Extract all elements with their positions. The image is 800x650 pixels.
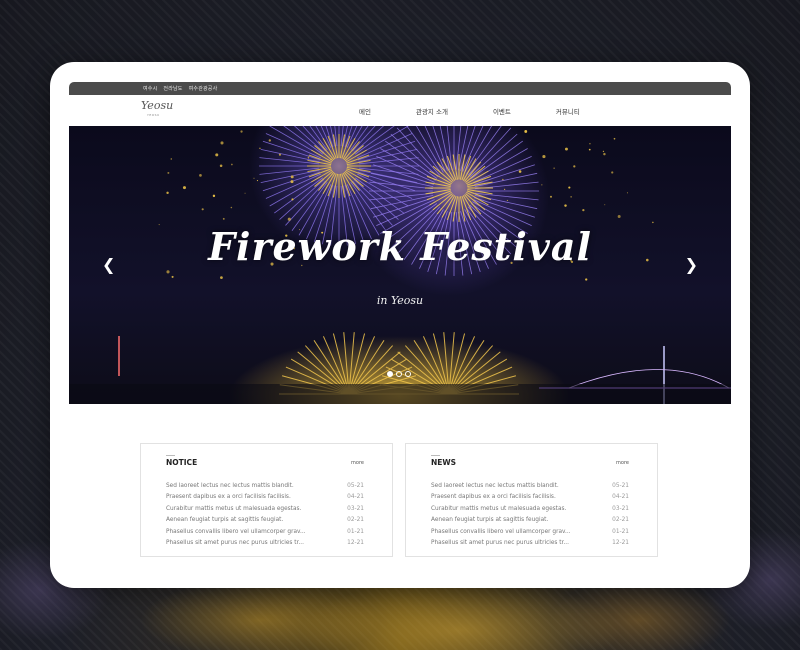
list-item[interactable]: Praesent dapibus ex a orci facilisis fac… bbox=[166, 492, 364, 504]
news-title: NEWS bbox=[431, 458, 457, 467]
slider-pagination bbox=[387, 371, 414, 377]
notice-more-link[interactable]: more bbox=[351, 460, 364, 466]
news-board: NEWS more Sed laoreet lectus nec lectus … bbox=[405, 443, 658, 557]
slider-dot-3[interactable] bbox=[405, 371, 411, 377]
chevron-left-icon[interactable]: ❮ bbox=[102, 257, 115, 273]
list-item[interactable]: Sed laoreet lectus nec lectus mattis bla… bbox=[166, 480, 364, 492]
menu-item-events[interactable]: 이벤트 bbox=[493, 106, 511, 116]
hero-slider: Firework Festival in Yeosu ❮ ❯ bbox=[69, 126, 731, 404]
main-navigation: Yeosu YEOSU 메인 관광지 소개 이벤트 커뮤니티 bbox=[69, 95, 731, 126]
slider-dot-1[interactable] bbox=[387, 371, 393, 377]
list-item[interactable]: Curabitur mattis metus ut malesuada eges… bbox=[431, 503, 629, 515]
list-item[interactable]: Phasellus convallis libero vel ullamcorp… bbox=[166, 526, 364, 538]
utility-link-yeosu-city[interactable]: 여수시 bbox=[143, 85, 157, 92]
menu: 메인 관광지 소개 이벤트 커뮤니티 bbox=[359, 95, 625, 126]
list-item[interactable]: Sed laoreet lectus nec lectus mattis bla… bbox=[431, 480, 629, 492]
website: 여수시 전라남도 여수관광공사 Yeosu YEOSU 메인 관광지 소개 이벤… bbox=[69, 82, 731, 557]
menu-item-community[interactable]: 커뮤니티 bbox=[556, 106, 580, 116]
title-accent bbox=[166, 455, 175, 456]
list-item[interactable]: Phasellus sit amet purus nec purus ultri… bbox=[431, 538, 629, 550]
list-item[interactable]: Praesent dapibus ex a orci facilisis fac… bbox=[431, 492, 629, 504]
list-item[interactable]: Phasellus sit amet purus nec purus ultri… bbox=[166, 538, 364, 550]
device-frame: 여수시 전라남도 여수관광공사 Yeosu YEOSU 메인 관광지 소개 이벤… bbox=[50, 62, 750, 588]
notice-board: NOTICE more Sed laoreet lectus nec lectu… bbox=[140, 443, 393, 557]
title-accent bbox=[431, 455, 440, 456]
slider-dot-2[interactable] bbox=[396, 371, 402, 377]
hero-title: Firework Festival bbox=[208, 224, 592, 269]
notice-list: Sed laoreet lectus nec lectus mattis bla… bbox=[166, 480, 364, 549]
list-item[interactable]: Aenean feugiat turpis at sagittis feugia… bbox=[431, 515, 629, 527]
logo-sub: YEOSU bbox=[147, 113, 160, 117]
utility-link-jeonnam[interactable]: 전라남도 bbox=[163, 85, 182, 92]
menu-item-attractions[interactable]: 관광지 소개 bbox=[416, 106, 448, 116]
news-more-link[interactable]: more bbox=[616, 460, 629, 466]
notice-title: NOTICE bbox=[166, 458, 198, 467]
utility-bar: 여수시 전라남도 여수관광공사 bbox=[69, 82, 731, 95]
hero-subtitle: in Yeosu bbox=[376, 294, 424, 307]
site-logo[interactable]: Yeosu YEOSU bbox=[141, 99, 181, 123]
utility-link-tourism-org[interactable]: 여수관광공사 bbox=[189, 85, 218, 92]
list-item[interactable]: Aenean feugiat turpis at sagittis feugia… bbox=[166, 515, 364, 527]
list-item[interactable]: Curabitur mattis metus ut malesuada eges… bbox=[166, 503, 364, 515]
chevron-right-icon[interactable]: ❯ bbox=[685, 257, 698, 273]
news-list: Sed laoreet lectus nec lectus mattis bla… bbox=[431, 480, 629, 549]
list-item[interactable]: Phasellus convallis libero vel ullamcorp… bbox=[431, 526, 629, 538]
logo-script: Yeosu bbox=[141, 99, 174, 112]
menu-item-main[interactable]: 메인 bbox=[359, 106, 371, 116]
